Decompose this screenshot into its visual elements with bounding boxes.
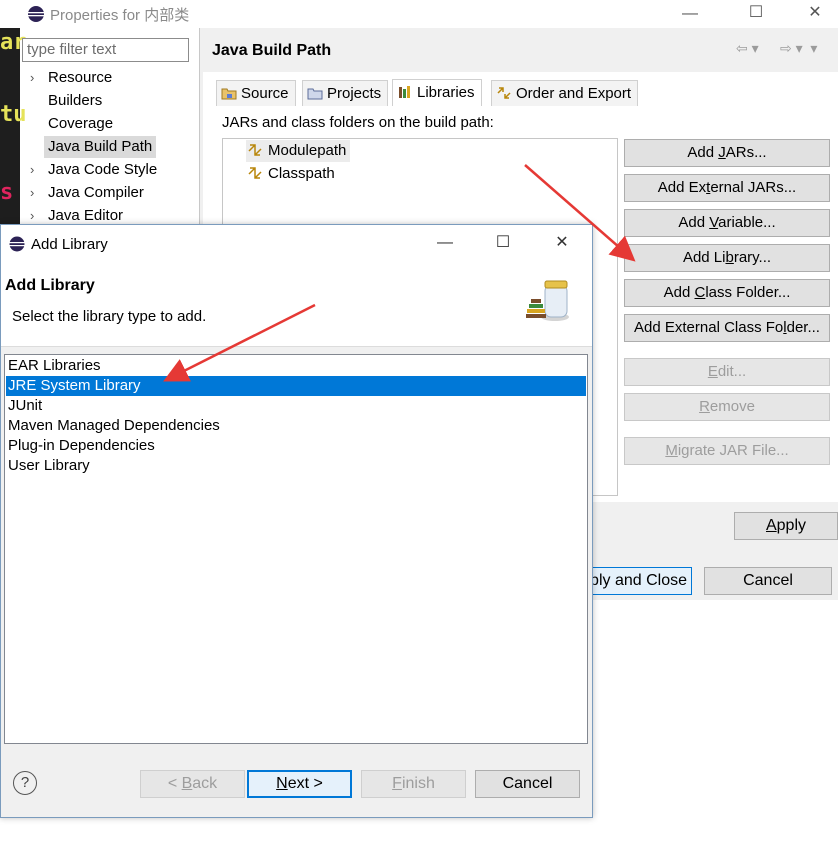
tab-source[interactable]: Source (216, 80, 296, 106)
list-item-junit[interactable]: JUnit (6, 396, 586, 416)
tab-label: Libraries (417, 84, 475, 101)
tab-label: Projects (327, 85, 382, 102)
projects-icon (307, 88, 323, 100)
dialog-title: Add Library (31, 236, 108, 253)
tree-node-label: Modulepath (268, 142, 347, 159)
tab-libraries[interactable]: Libraries (392, 79, 482, 106)
properties-title: Properties for 内部类 (50, 7, 190, 24)
tab-label: Order and Export (516, 85, 632, 102)
list-item-user-library[interactable]: User Library (6, 456, 586, 476)
classpath-container-icon (248, 144, 262, 156)
apply-button[interactable]: Apply (734, 512, 838, 540)
add-jars-button[interactable]: Add JARs... (624, 139, 830, 167)
add-class-folder-button[interactable]: Add Class Folder... (624, 279, 830, 307)
nav-item-builders[interactable]: Builders (48, 90, 102, 112)
editor-text-fragment: s (0, 180, 14, 205)
add-library-dialog: Add Library — ☐ ✕ Add Library Select the… (0, 224, 593, 818)
source-folder-icon (221, 88, 237, 100)
cancel-dialog-button[interactable]: Cancel (475, 770, 580, 798)
editor-text-fragment: ar (0, 30, 27, 55)
order-export-icon (497, 87, 511, 99)
remove-button[interactable]: Remove (624, 393, 830, 421)
add-library-button[interactable]: Add Library... (624, 244, 830, 272)
libraries-icon (399, 86, 410, 98)
help-icon[interactable]: ? (13, 771, 37, 795)
library-jars-icon (526, 280, 569, 321)
eclipse-icon (28, 6, 44, 22)
tree-node-label: Classpath (268, 165, 335, 182)
library-type-list[interactable]: EAR Libraries JRE System Library JUnit M… (4, 354, 588, 744)
add-variable-button[interactable]: Add Variable... (624, 209, 830, 237)
tree-node-modulepath[interactable]: Modulepath (246, 140, 351, 162)
back-button[interactable]: < Back (140, 770, 245, 798)
tab-projects[interactable]: Projects (302, 80, 389, 106)
tab-label: Source (241, 85, 289, 102)
chevron-right-icon[interactable]: › (30, 67, 42, 89)
forward-arrow-icon[interactable]: ⇨ ▾ ▾ (780, 40, 817, 57)
dialog-heading: Add Library (5, 277, 95, 294)
dialog-description: Select the library type to add. (12, 308, 207, 325)
edit-button[interactable]: Edit... (624, 358, 830, 386)
classpath-container-icon (248, 167, 262, 179)
minimize-button[interactable]: — (676, 3, 704, 25)
next-button[interactable]: Next > (247, 770, 352, 798)
list-item-jre-system-library[interactable]: JRE System Library (6, 376, 586, 396)
add-external-class-folder-button[interactable]: Add External Class Folder... (624, 314, 830, 342)
maximize-button[interactable]: ☐ (742, 2, 770, 24)
close-button[interactable]: ✕ (801, 2, 829, 24)
filter-input[interactable]: type filter text (22, 38, 189, 62)
nav-item-coverage[interactable]: Coverage (48, 113, 113, 135)
migrate-jar-button[interactable]: Migrate JAR File... (624, 437, 830, 465)
editor-text-fragment: tu (0, 102, 27, 127)
minimize-button[interactable]: — (431, 232, 459, 254)
add-external-jars-button[interactable]: Add External JARs... (624, 174, 830, 202)
jars-caption: JARs and class folders on the build path… (222, 114, 494, 131)
nav-item-java-compiler[interactable]: Java Compiler (48, 182, 144, 204)
eclipse-icon (9, 236, 25, 252)
chevron-right-icon[interactable]: › (30, 182, 42, 204)
dialog-titlebar: Add Library — ☐ ✕ (1, 225, 592, 263)
list-item-ear-libraries[interactable]: EAR Libraries (6, 356, 586, 376)
tree-node-classpath[interactable]: Classpath (246, 163, 335, 185)
finish-button[interactable]: Finish (361, 770, 466, 798)
cancel-properties-button[interactable]: Cancel (704, 567, 832, 595)
properties-titlebar: Properties for 内部类 — ☐ ✕ (0, 0, 838, 28)
close-button[interactable]: ✕ (548, 232, 576, 254)
nav-item-java-build-path[interactable]: Java Build Path (44, 136, 157, 158)
list-item-plugin-dependencies[interactable]: Plug-in Dependencies (6, 436, 586, 456)
list-item-maven-managed-dependencies[interactable]: Maven Managed Dependencies (6, 416, 586, 436)
nav-item-java-code-style[interactable]: Java Code Style (48, 159, 157, 181)
chevron-right-icon[interactable]: › (30, 159, 42, 181)
dialog-header (1, 263, 592, 347)
nav-item-resource[interactable]: Resource (48, 67, 112, 89)
page-title: Java Build Path (212, 42, 332, 59)
back-arrow-icon[interactable]: ⇦ ▾ (736, 40, 759, 57)
maximize-button[interactable]: ☐ (489, 232, 517, 254)
tab-order-and-export[interactable]: Order and Export (491, 80, 639, 106)
